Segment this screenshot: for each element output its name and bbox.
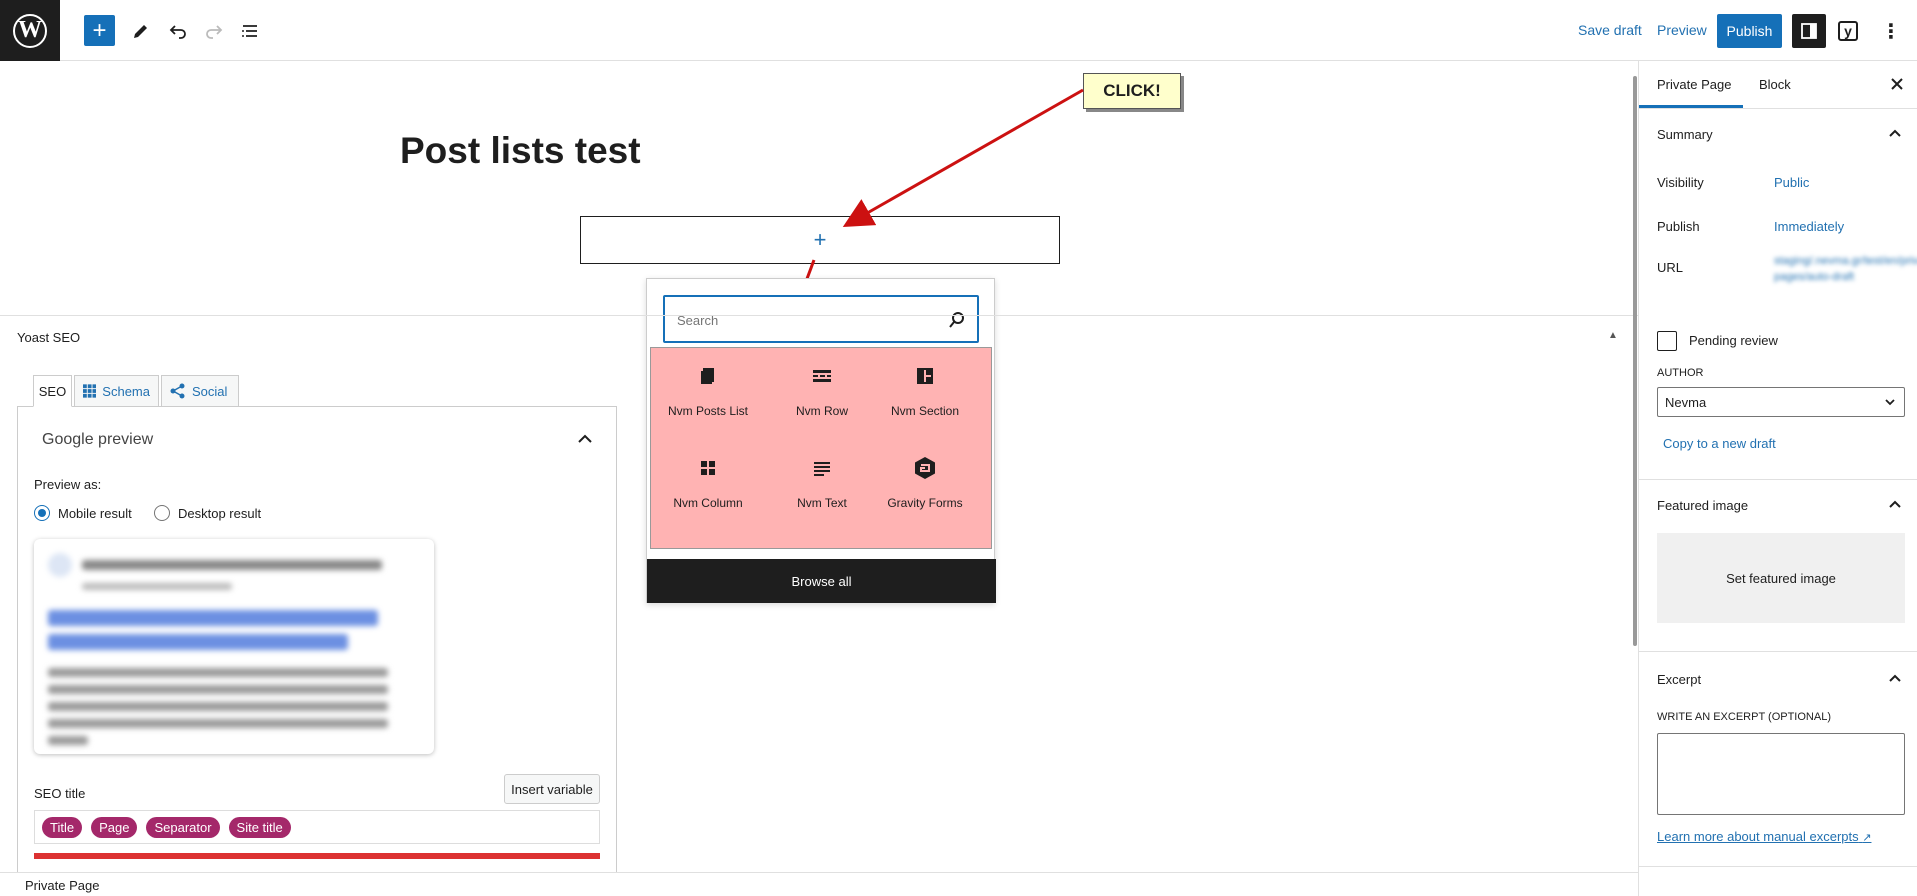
chevron-up-icon[interactable]	[1886, 125, 1904, 143]
featured-image-section-title[interactable]: Featured image	[1657, 498, 1748, 513]
seo-title-label: SEO title	[34, 786, 86, 801]
google-mobile-preview	[34, 539, 434, 754]
block-breadcrumb-bar: Private Page	[0, 872, 1638, 896]
radio-label: Desktop result	[178, 505, 262, 521]
seo-title-input[interactable]: Title Page Separator Site title	[34, 810, 600, 844]
link-label: Learn more about manual excerpts	[1657, 829, 1859, 844]
yoast-seo-panel: Yoast SEO ▲ SEO Schema Social Google pre…	[0, 315, 1638, 876]
author-value: Nevma	[1665, 394, 1707, 410]
visibility-value[interactable]: Public	[1774, 175, 1809, 190]
arrow-to-appender	[842, 88, 1084, 227]
publish-date-value[interactable]: Immediately	[1774, 219, 1844, 234]
editor-scrollbar[interactable]	[1633, 76, 1637, 646]
excerpt-section-title[interactable]: Excerpt	[1657, 672, 1701, 687]
preview-as-label: Preview as:	[34, 477, 102, 492]
seo-tab-content: Google preview Preview as: Mobile result…	[17, 406, 617, 876]
close-icon[interactable]	[1886, 73, 1908, 95]
tab-label: SEO	[38, 383, 67, 399]
summary-section-title[interactable]: Summary	[1657, 127, 1713, 142]
url-label: URL	[1657, 260, 1684, 275]
visibility-label: Visibility	[1657, 175, 1704, 190]
chevron-up-icon[interactable]	[1886, 670, 1904, 688]
excerpt-label: WRITE AN EXCERPT (OPTIONAL)	[1657, 711, 1831, 723]
variable-pill-page[interactable]: Page	[91, 816, 138, 838]
chevron-up-icon[interactable]	[573, 427, 597, 451]
author-label: AUTHOR	[1657, 367, 1704, 379]
mobile-result-radio[interactable]: Mobile result	[34, 505, 132, 521]
divider	[1639, 651, 1917, 652]
variable-pill-site-title[interactable]: Site title	[228, 816, 291, 838]
divider	[1639, 866, 1917, 867]
seo-title-length-bar	[34, 853, 600, 859]
settings-sidebar: Private Page Block Summary Visibility Pu…	[1638, 61, 1917, 896]
tab-social[interactable]: Social	[161, 375, 239, 407]
tab-seo[interactable]: SEO	[33, 375, 72, 407]
yoast-panel-title[interactable]: Yoast SEO	[17, 330, 80, 345]
divider	[1639, 479, 1917, 480]
chevron-down-icon	[1885, 399, 1895, 406]
copy-to-new-draft-link[interactable]: Copy to a new draft	[1663, 436, 1776, 451]
chevron-up-icon[interactable]	[1886, 496, 1904, 514]
excerpt-textarea[interactable]	[1657, 733, 1905, 815]
tab-schema[interactable]: Schema	[74, 375, 159, 407]
radio-label: Mobile result	[58, 505, 132, 521]
caret-up-icon[interactable]: ▲	[1608, 330, 1618, 341]
tab-private-page[interactable]: Private Page	[1657, 77, 1731, 92]
divider	[1639, 108, 1917, 109]
author-select[interactable]: Nevma	[1657, 387, 1905, 417]
external-link-icon: ↗	[1862, 832, 1872, 844]
set-featured-image-button[interactable]: Set featured image	[1657, 533, 1905, 623]
blurred-preview-content	[48, 553, 420, 745]
learn-more-excerpts-link[interactable]: Learn more about manual excerpts ↗	[1657, 829, 1871, 844]
grid-icon	[83, 384, 97, 398]
url-value[interactable]: staging/.nevma.gr/test/en/private-pages/…	[1774, 253, 1917, 285]
radio-unselected-icon	[154, 505, 170, 521]
tab-label: Schema	[102, 383, 150, 399]
google-preview-title[interactable]: Google preview	[42, 431, 153, 449]
tab-block[interactable]: Block	[1759, 77, 1791, 92]
pending-review-label[interactable]: Pending review	[1689, 333, 1778, 348]
publish-label: Publish	[1657, 219, 1700, 234]
radio-selected-icon	[34, 505, 50, 521]
variable-pill-title[interactable]: Title	[42, 816, 83, 838]
pending-review-checkbox[interactable]	[1657, 331, 1677, 351]
desktop-result-radio[interactable]: Desktop result	[154, 505, 261, 521]
tab-label: Social	[192, 383, 228, 399]
share-icon	[170, 383, 185, 399]
variable-pill-separator[interactable]: Separator	[146, 816, 220, 838]
insert-variable-button[interactable]: Insert variable	[504, 774, 600, 804]
breadcrumb[interactable]: Private Page	[25, 878, 99, 893]
